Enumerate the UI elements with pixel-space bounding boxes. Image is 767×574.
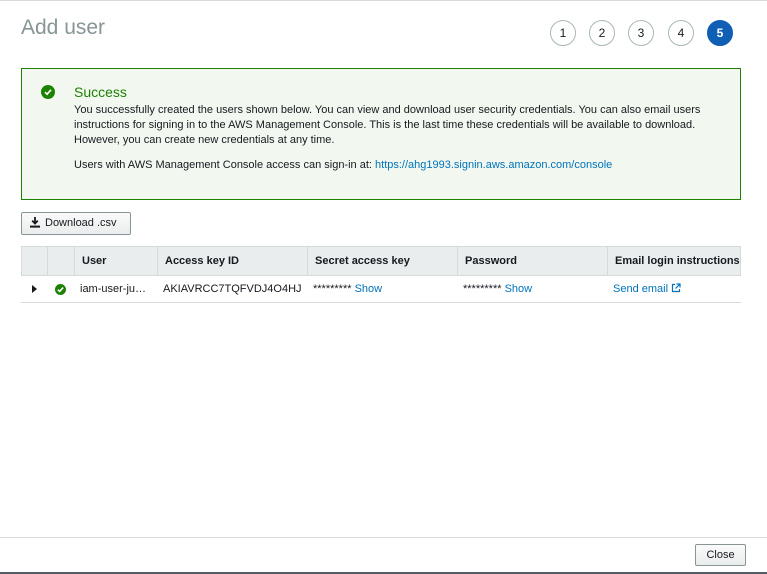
status-column-header (47, 247, 74, 275)
step-5: 5 (707, 20, 733, 46)
download-icon (30, 216, 40, 231)
download-csv-label: Download .csv (45, 216, 117, 229)
email-cell: Send email (606, 276, 739, 302)
download-csv-button[interactable]: Download .csv (21, 212, 131, 235)
signin-url-link[interactable]: https://ahg1993.signin.aws.amazon.com/co… (375, 159, 612, 171)
column-header-access-key-id[interactable]: Access key ID (157, 247, 307, 275)
column-header-secret-access-key[interactable]: Secret access key (307, 247, 457, 275)
check-circle-icon (41, 85, 55, 99)
success-message: You successfully created the users shown… (74, 104, 701, 146)
send-email-label: Send email (613, 283, 669, 295)
show-password-link[interactable]: Show (505, 283, 533, 295)
secret-access-key-cell: ********* Show (306, 276, 456, 302)
expand-column-header (22, 247, 47, 275)
close-button[interactable]: Close (695, 544, 746, 566)
signin-prefix: Users with AWS Management Console access… (74, 159, 376, 171)
step-3[interactable]: 3 (628, 20, 654, 46)
signin-info: Users with AWS Management Console access… (74, 159, 612, 171)
user-name-cell: iam-user-ju… (80, 283, 147, 295)
column-header-email-login[interactable]: Email login instructions (607, 247, 740, 275)
top-border (0, 0, 767, 1)
users-table: User Access key ID Secret access key Pas… (21, 246, 741, 303)
success-title: Success (74, 84, 127, 100)
secret-mask: ********* (313, 283, 352, 295)
send-email-link[interactable]: Send email (613, 283, 681, 295)
check-circle-icon (55, 284, 66, 295)
page-title: Add user (21, 16, 106, 39)
step-1[interactable]: 1 (550, 20, 576, 46)
table-row: iam-user-ju… AKIAVRCC7TQFVDJ4O4HJ ******… (21, 276, 741, 303)
column-header-password[interactable]: Password (457, 247, 607, 275)
password-cell: ********* Show (456, 276, 606, 302)
step-2[interactable]: 2 (589, 20, 615, 46)
footer-divider (0, 537, 767, 538)
external-link-icon (671, 277, 681, 302)
success-alert: Success You successfully created the use… (21, 68, 741, 200)
table-header: User Access key ID Secret access key Pas… (21, 246, 741, 276)
column-header-user[interactable]: User (74, 247, 157, 275)
access-key-id-cell: AKIAVRCC7TQFVDJ4O4HJ (163, 283, 302, 295)
show-secret-link[interactable]: Show (355, 283, 383, 295)
step-4[interactable]: 4 (668, 20, 694, 46)
password-mask: ********* (463, 283, 502, 295)
expand-row-icon[interactable] (32, 285, 37, 293)
